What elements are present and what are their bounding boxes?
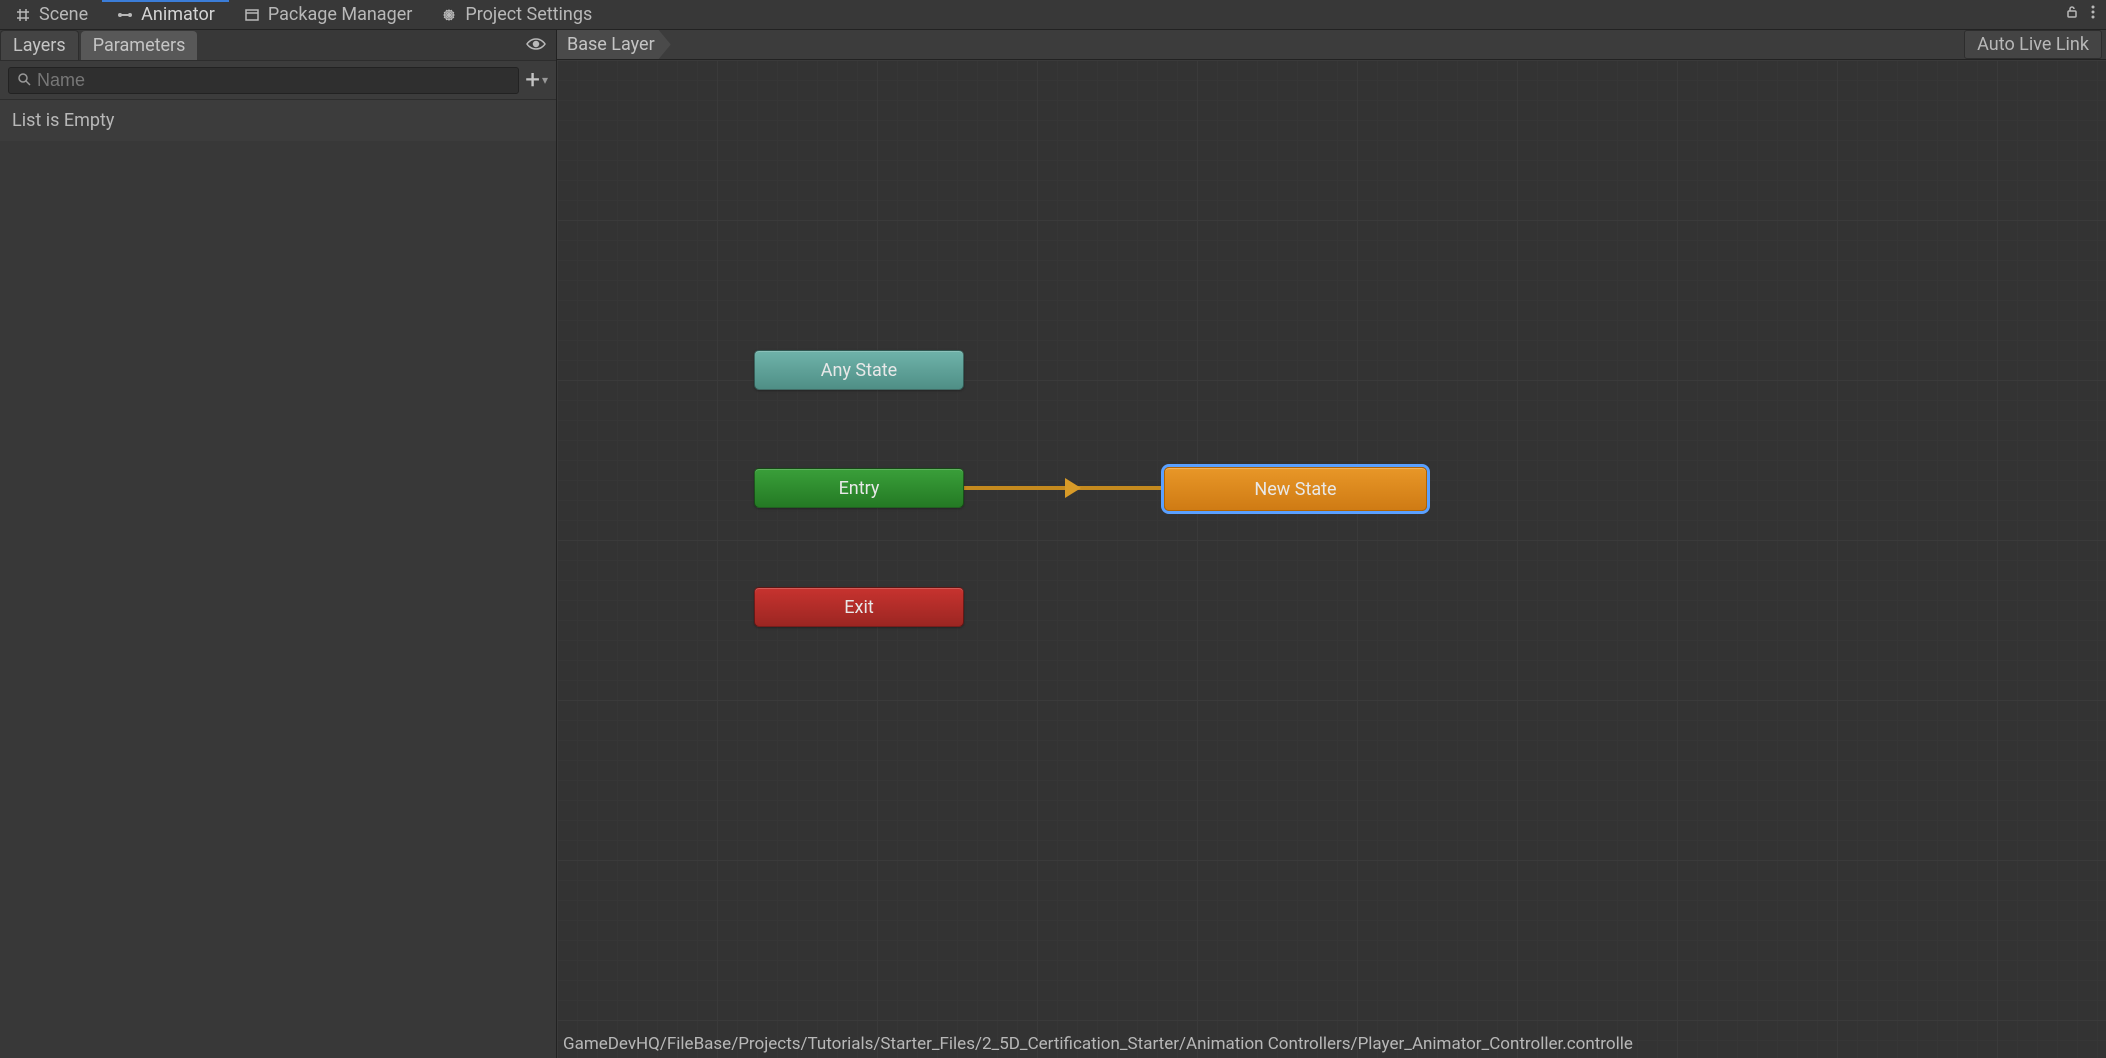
auto-live-link-label: Auto Live Link [1977,34,2089,55]
graph-canvas[interactable]: Any State Entry Exit New State GameDevHQ… [557,60,2106,1058]
tab-scene-label: Scene [39,4,88,25]
tab-layers-label: Layers [13,35,66,56]
chevron-down-icon: ▾ [542,73,548,87]
add-parameter-button[interactable]: + ▾ [525,65,548,95]
breadcrumb-bar: Base Layer Auto Live Link [557,30,2106,60]
package-icon [243,6,261,24]
grid-icon [14,6,32,24]
search-box[interactable] [8,67,519,94]
tab-project-settings-label: Project Settings [465,4,592,25]
breadcrumb-base-layer[interactable]: Base Layer [557,30,671,59]
left-panel-tabs: Layers Parameters [0,30,556,60]
tab-package-manager[interactable]: Package Manager [229,0,427,29]
node-label: New State [1254,479,1336,500]
top-tab-bar: Scene Animator Package Manager Project S… [0,0,2106,30]
tab-scene[interactable]: Scene [0,0,102,29]
tab-package-manager-label: Package Manager [268,4,413,25]
search-icon [17,70,31,91]
node-entry[interactable]: Entry [754,468,964,508]
gear-icon [440,6,458,24]
tab-parameters-label: Parameters [93,35,186,56]
node-any-state[interactable]: Any State [754,350,964,390]
tab-layers[interactable]: Layers [0,30,79,60]
asset-path: GameDevHQ/FileBase/Projects/Tutorials/St… [557,1030,2106,1058]
node-label: Entry [839,478,880,499]
search-row: + ▾ [0,60,556,100]
eye-icon[interactable] [526,35,546,56]
parameters-panel: Layers Parameters [0,30,557,1058]
transition-arrow-icon [1065,478,1081,498]
node-label: Any State [821,360,897,381]
transition-line[interactable] [964,486,1164,490]
kebab-menu-icon[interactable] [2090,4,2096,25]
empty-list-message: List is Empty [0,100,556,141]
auto-live-link-button[interactable]: Auto Live Link [1964,30,2102,59]
tab-animator[interactable]: Animator [102,0,229,29]
breadcrumb-label: Base Layer [567,34,655,55]
tab-animator-label: Animator [141,4,215,25]
node-new-state[interactable]: New State [1164,467,1427,511]
tab-parameters[interactable]: Parameters [81,31,198,60]
node-exit[interactable]: Exit [754,587,964,627]
search-input[interactable] [37,70,510,91]
animator-graph-panel: Base Layer Auto Live Link Any State Entr… [557,30,2106,1058]
animator-icon [116,6,134,24]
tab-project-settings[interactable]: Project Settings [426,0,606,29]
plus-icon: + [525,65,540,95]
node-label: Exit [844,597,873,618]
lock-icon[interactable] [2064,4,2080,25]
